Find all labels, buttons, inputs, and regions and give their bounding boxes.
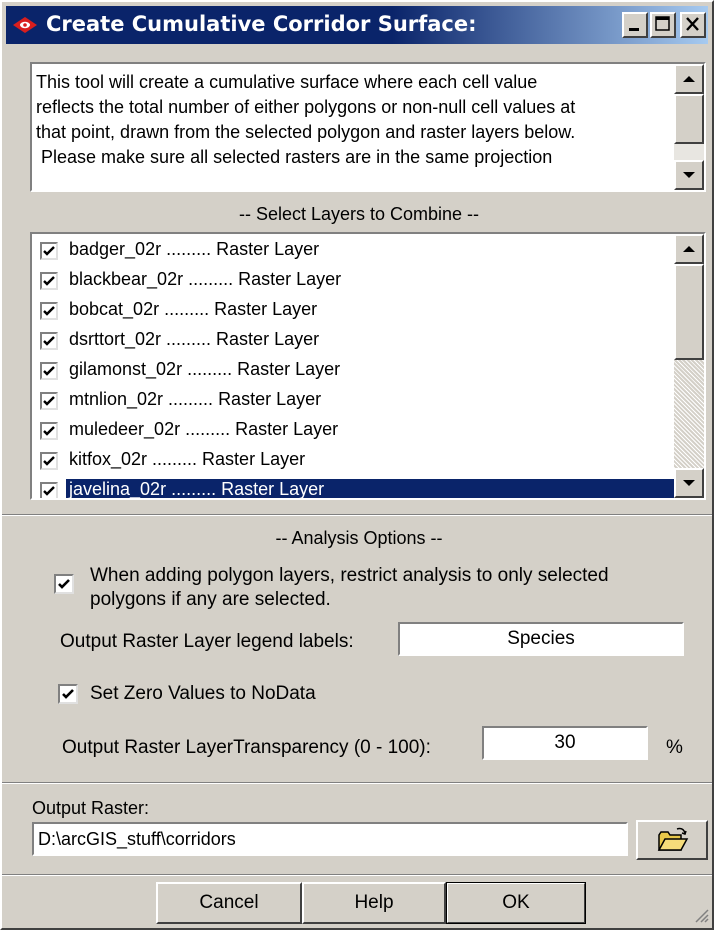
layer-label: javelina_02r ......... Raster Layer	[66, 479, 674, 498]
checkmark-icon	[43, 486, 55, 496]
scroll-thumb[interactable]	[674, 94, 704, 144]
red-eye-icon	[13, 17, 37, 33]
minimize-button[interactable]	[622, 12, 648, 38]
scroll-down-button[interactable]	[674, 160, 704, 190]
layer-label: bobcat_02r ......... Raster Layer	[69, 299, 318, 319]
analysis-section-title: -- Analysis Options --	[275, 528, 443, 548]
legend-label-text: Output Raster Layer legend labels:	[60, 631, 354, 652]
output-raster-label: Output Raster:	[32, 798, 150, 818]
layer-list-item[interactable]: muledeer_02r ......... Raster Layer	[34, 416, 674, 446]
checkmark-icon	[58, 579, 70, 589]
layer-checkbox[interactable]	[40, 452, 58, 470]
restrict-polygons-line: polygons if any are selected.	[90, 589, 331, 610]
layer-checkbox[interactable]	[40, 242, 58, 260]
layer-label: mtnlion_02r ......... Raster Layer	[69, 389, 322, 409]
scroll-down-button[interactable]	[674, 468, 704, 498]
checkmark-icon	[43, 246, 55, 256]
layer-list-item[interactable]: javelina_02r ......... Raster Layer	[34, 476, 674, 498]
dialog-window: Create Cumulative Corridor Surface: This…	[0, 0, 714, 930]
layers-section-title: -- Select Layers to Combine --	[238, 204, 480, 224]
resize-grip-icon[interactable]	[692, 906, 710, 924]
checkmark-icon	[43, 366, 55, 376]
description-textbox[interactable]: This tool will create a cumulative surfa…	[30, 62, 706, 192]
layer-checkbox[interactable]	[40, 362, 58, 380]
layers-scrollbar[interactable]	[674, 234, 704, 498]
divider	[2, 514, 712, 516]
divider	[2, 782, 712, 784]
maximize-button[interactable]	[650, 12, 676, 38]
layer-checkbox[interactable]	[40, 422, 58, 440]
arrow-up-icon	[683, 76, 695, 82]
arrow-up-icon	[683, 246, 695, 252]
layer-list-item[interactable]: bobcat_02r ......... Raster Layer	[34, 296, 674, 326]
close-icon	[686, 17, 699, 31]
layer-label: dsrttort_02r ......... Raster Layer	[69, 329, 320, 349]
checkmark-icon	[43, 396, 55, 406]
description-text: This tool will create a cumulative surfa…	[36, 70, 672, 170]
scroll-thumb[interactable]	[674, 264, 704, 360]
arrow-down-icon	[683, 172, 695, 178]
checkmark-icon	[43, 306, 55, 316]
layer-list-item[interactable]: mtnlion_02r ......... Raster Layer	[34, 386, 674, 416]
close-button[interactable]	[680, 12, 706, 38]
help-button[interactable]: Help	[302, 882, 446, 924]
layer-label: badger_02r ......... Raster Layer	[69, 239, 320, 259]
title-bar[interactable]: Create Cumulative Corridor Surface:	[6, 6, 708, 44]
checkmark-icon	[43, 426, 55, 436]
cancel-button[interactable]: Cancel	[156, 882, 302, 924]
layer-list-item[interactable]: badger_02r ......... Raster Layer	[34, 236, 674, 266]
layer-checkbox[interactable]	[40, 392, 58, 410]
arrow-down-icon	[683, 480, 695, 486]
layer-checkbox[interactable]	[40, 272, 58, 290]
layer-label: kitfox_02r ......... Raster Layer	[69, 449, 306, 469]
description-scrollbar[interactable]	[674, 64, 704, 190]
restrict-polygons-label: When adding polygon layers, restrict ana…	[90, 564, 609, 612]
layer-checkbox[interactable]	[40, 332, 58, 350]
layer-checkbox[interactable]	[40, 302, 58, 320]
layer-label: blackbear_02r ......... Raster Layer	[69, 269, 342, 289]
description-line: Please make sure all selected rasters ar…	[36, 147, 553, 167]
window-title: Create Cumulative Corridor Surface:	[46, 12, 477, 36]
description-line: that point, drawn from the selected poly…	[36, 122, 576, 142]
divider	[2, 874, 712, 876]
scroll-up-button[interactable]	[674, 234, 704, 264]
layers-listbox[interactable]: badger_02r ......... Raster Layer blackbe…	[30, 232, 706, 500]
transparency-input[interactable]: 30	[482, 726, 648, 760]
restrict-polygons-checkbox[interactable]	[54, 574, 74, 594]
checkmark-icon	[62, 689, 74, 699]
browse-button[interactable]	[636, 820, 708, 860]
layer-checkbox[interactable]	[40, 482, 58, 498]
open-folder-icon	[657, 827, 689, 851]
restrict-polygons-line: When adding polygon layers, restrict ana…	[90, 565, 609, 586]
layer-label: muledeer_02r ......... Raster Layer	[69, 419, 339, 439]
layer-list-item[interactable]: dsrttort_02r ......... Raster Layer	[34, 326, 674, 356]
layer-label: gilamonst_02r ......... Raster Layer	[69, 359, 341, 379]
maximize-icon	[655, 16, 670, 31]
zero-nodata-label: Set Zero Values to NoData	[90, 683, 316, 704]
output-raster-input[interactable]: D:\arcGIS_stuff\corridors	[32, 822, 628, 856]
scroll-up-button[interactable]	[674, 64, 704, 94]
description-line: This tool will create a cumulative surfa…	[36, 72, 538, 92]
minimize-icon	[629, 28, 639, 31]
checkmark-icon	[43, 336, 55, 346]
checkmark-icon	[43, 456, 55, 466]
ok-button[interactable]: OK	[446, 882, 586, 924]
description-line: reflects the total number of either poly…	[36, 97, 576, 117]
layer-list-item[interactable]: kitfox_02r ......... Raster Layer	[34, 446, 674, 476]
checkmark-icon	[43, 276, 55, 286]
transparency-label: Output Raster LayerTransparency (0 - 100…	[62, 737, 431, 758]
layer-list-item[interactable]: gilamonst_02r ......... Raster Layer	[34, 356, 674, 386]
zero-nodata-checkbox[interactable]	[58, 684, 78, 704]
scroll-track[interactable]	[674, 360, 704, 468]
legend-label-input[interactable]: Species	[398, 622, 684, 656]
layer-list-item[interactable]: blackbear_02r ......... Raster Layer	[34, 266, 674, 296]
percent-unit: %	[666, 737, 683, 758]
